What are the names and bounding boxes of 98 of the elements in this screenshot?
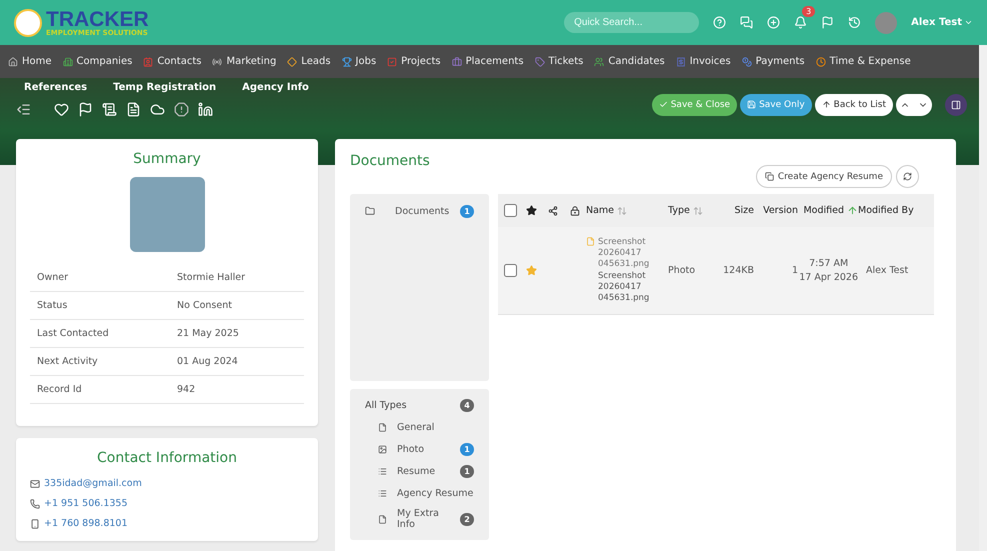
folder-icon [365,206,375,216]
nav-item[interactable]: Projects [387,56,441,67]
nav-item[interactable]: Home [8,56,52,67]
flag-icon[interactable] [78,102,93,117]
heart-icon[interactable] [54,102,69,117]
lock-icon [570,206,580,216]
nav-item[interactable]: Leads [287,56,331,67]
star-icon[interactable] [526,265,536,276]
field-value: 01 Aug 2024 [177,356,238,367]
nav-item[interactable]: Contacts [143,56,202,67]
nav-item[interactable]: References [24,82,88,92]
nav-item[interactable]: Payments [742,56,805,67]
collapse-icon[interactable] [16,102,31,117]
phone-link[interactable]: +1 760 898.8101 [30,518,304,529]
panel-toggle-button[interactable] [945,94,967,116]
type-item[interactable]: General [350,416,489,438]
nav-item[interactable]: Placements [452,56,524,67]
nav-item[interactable]: Jobs [342,56,376,67]
type-item[interactable]: Agency Resume [350,482,489,504]
quick-search-field[interactable]: Quick Search... [564,12,700,33]
chat-icon[interactable] [740,16,754,29]
folder-item[interactable]: Documents 1 [350,200,489,222]
scrollbar[interactable] [979,45,987,551]
nav-item[interactable]: Invoices [676,56,731,67]
field-value: No Consent [177,300,232,311]
table-cell: 1 [792,265,798,276]
refresh-button[interactable] [896,165,919,188]
field-value: Stormie Haller [177,272,246,283]
file-icon [378,514,387,524]
star-icon [526,205,536,216]
type-item[interactable]: My Extra Info 2 [350,504,489,534]
list-icon [378,488,387,498]
phone-link[interactable]: +1 951 506.1355 [30,498,304,509]
mobile-icon [30,518,40,528]
image-icon [378,444,387,454]
mail-icon [30,478,40,488]
list-icon [378,466,387,476]
column-header[interactable]: Name [586,205,614,216]
table-cell: Alex Test [866,265,908,276]
action-button[interactable]: Back to List [814,94,893,116]
arrow-up-icon [822,100,831,109]
sort-ascending-icon[interactable] [847,205,858,216]
field-label: Status [37,300,68,311]
nav-item[interactable]: Agency Info [242,82,309,92]
notifications-icon[interactable] [794,16,808,29]
document-icon[interactable] [102,102,117,117]
select-all-checkbox[interactable] [504,204,516,217]
column-header[interactable]: Size [734,205,754,216]
logo-title: TRACKER [46,8,149,30]
check-icon [658,100,668,109]
contact-title: Contact Information [96,450,238,466]
file-name: Screenshot 20260417 045631.png [597,271,650,304]
cloud-icon[interactable] [150,102,165,117]
note-icon[interactable] [126,102,141,117]
history-icon[interactable] [848,16,862,29]
documents-title: Documents [350,153,431,169]
nav-item[interactable]: Candidates [594,56,665,67]
alert-icon[interactable] [174,102,189,117]
notification-count: 3 [802,6,816,17]
type-item[interactable]: Resume 1 [350,460,489,482]
refresh-icon [903,172,912,181]
nav-item[interactable]: Tickets [534,56,584,67]
file-icon [586,236,595,246]
nav-item[interactable]: Time & Expense [816,56,911,67]
side-panel-icon [951,100,961,110]
field-label: Last Contacted [37,328,110,339]
column-header[interactable]: Type [668,205,690,216]
table-cell: 7:57 AM 17 Apr 2026 [799,257,858,284]
logo-icon [14,8,42,36]
phone-icon [30,498,40,508]
save-icon [747,100,756,109]
email-link[interactable]: 335idad@gmail.com [30,478,304,489]
caret-icon [964,18,973,27]
column-header[interactable]: Modified By [858,205,914,216]
copy-icon [764,172,774,181]
share-icon [548,206,558,216]
nav-item[interactable]: Temp Registration [113,82,216,92]
create-agency-resume-button[interactable]: Create Agency Resume [756,165,892,188]
file-link[interactable]: Screenshot 20260417 045631.png [598,236,658,270]
linkedin-icon[interactable] [198,102,213,117]
row-checkbox[interactable] [504,264,516,277]
field-value: 942 [177,384,196,395]
field-label: Next Activity [37,356,99,367]
column-header[interactable]: Modified [803,205,844,216]
type-item[interactable]: Photo 1 [350,438,489,460]
field-label: Record Id [37,384,83,395]
field-value: 21 May 2025 [177,328,239,339]
column-header[interactable]: Version [763,205,798,216]
file-icon [378,422,387,432]
table-cell: 124KB [723,265,754,276]
summary-title: Summary [132,151,202,167]
field-label: Owner [37,272,70,283]
help-icon[interactable] [713,16,726,29]
table-cell: Photo [668,265,696,276]
add-icon[interactable] [767,16,780,29]
nav-item[interactable]: Companies [62,56,132,67]
nav-item[interactable]: Marketing [212,56,276,67]
type-item[interactable]: All Types 4 [350,394,489,416]
